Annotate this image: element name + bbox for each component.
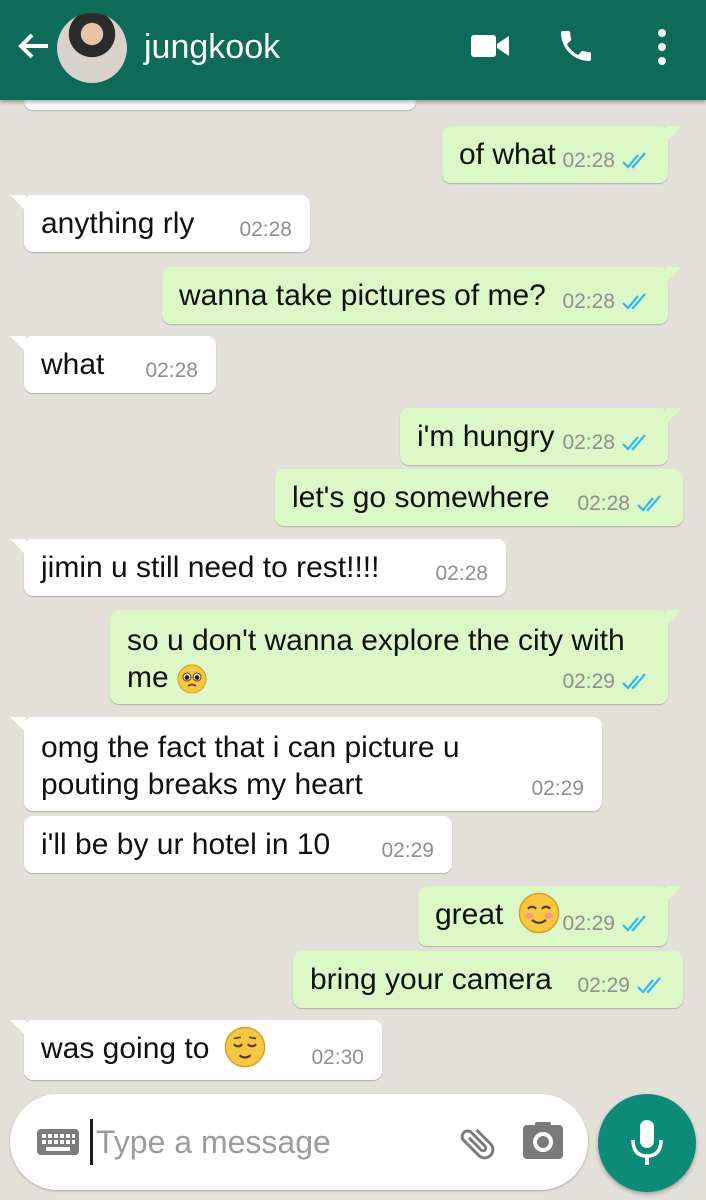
message-time: 02:29 xyxy=(531,777,584,800)
relieved-face-emoji-icon xyxy=(224,1026,266,1068)
message-time: 02:29 xyxy=(562,912,615,935)
keyboard-icon[interactable] xyxy=(36,1128,80,1156)
message-bubble-incoming[interactable]: omg the fact that i can picture u poutin… xyxy=(10,717,602,811)
chat-header: jungkook xyxy=(0,0,706,100)
message-text: what xyxy=(41,348,105,381)
message-time: 02:28 xyxy=(562,431,615,454)
message-time: 02:29 xyxy=(577,974,630,997)
pleading-face-emoji-icon xyxy=(177,664,207,694)
read-ticks-icon xyxy=(636,494,666,514)
message-bubble-outgoing[interactable]: so u don't wanna explore the city with m… xyxy=(110,610,682,704)
message-bubble-incoming[interactable]: i'll be by ur hotel in 10 02:29 xyxy=(24,816,452,873)
message-text-content: great xyxy=(435,898,504,931)
message-time: 02:29 xyxy=(562,670,615,693)
camera-icon[interactable] xyxy=(522,1121,564,1161)
message-text: i'm hungry xyxy=(417,420,555,453)
back-arrow-icon[interactable] xyxy=(14,26,54,66)
message-meta: 02:28 xyxy=(562,290,651,314)
message-time: 02:30 xyxy=(311,1046,364,1069)
message-text: anything rly xyxy=(41,207,195,240)
message-meta: 02:28 xyxy=(562,149,651,173)
contact-name[interactable]: jungkook xyxy=(144,28,280,67)
voice-call-icon[interactable] xyxy=(556,26,596,66)
more-options-icon[interactable] xyxy=(654,28,670,66)
message-text: great xyxy=(435,892,560,934)
message-text: i'll be by ur hotel in 10 xyxy=(41,828,331,861)
message-bubble-outgoing[interactable]: of what 02:28 xyxy=(442,126,682,183)
message-bubble-outgoing[interactable]: i'm hungry 02:28 xyxy=(400,408,682,465)
microphone-icon xyxy=(631,1120,663,1165)
message-text-content: was going to xyxy=(41,1032,210,1065)
message-text: jimin u still need to rest!!!! xyxy=(41,551,380,584)
message-time: 02:28 xyxy=(562,149,615,172)
message-meta: 02:28 xyxy=(577,492,666,516)
message-meta: 02:29 xyxy=(562,912,651,936)
message-time: 02:29 xyxy=(381,839,434,862)
avatar[interactable] xyxy=(57,13,127,83)
message-meta: 02:29 xyxy=(562,670,651,694)
message-list[interactable]: of what 02:28 anything rly 02:28 wanna t… xyxy=(0,100,706,1090)
read-ticks-icon xyxy=(621,914,651,934)
message-bubble-partial xyxy=(24,100,416,110)
message-input[interactable]: Type a message xyxy=(96,1124,331,1161)
message-bubble-incoming[interactable]: what 02:28 xyxy=(10,336,216,393)
message-time: 02:28 xyxy=(239,218,292,241)
message-time: 02:28 xyxy=(577,492,630,515)
read-ticks-icon xyxy=(621,433,651,453)
attach-icon[interactable] xyxy=(456,1121,500,1165)
message-text: bring your camera xyxy=(310,963,552,996)
message-text: of what xyxy=(459,138,556,171)
message-text: let's go somewhere xyxy=(292,481,550,514)
message-time: 02:28 xyxy=(562,290,615,313)
video-call-icon[interactable] xyxy=(470,32,510,60)
message-time: 02:28 xyxy=(435,562,488,585)
read-ticks-icon xyxy=(621,151,651,171)
message-time: 02:28 xyxy=(145,359,198,382)
message-bubble-outgoing[interactable]: great 02:29 xyxy=(418,886,682,946)
message-bubble-outgoing[interactable]: bring your camera 02:29 xyxy=(293,951,683,1008)
read-ticks-icon xyxy=(636,976,666,996)
message-input-bar[interactable]: Type a message xyxy=(10,1094,588,1190)
message-bubble-incoming[interactable]: was going to 02:30 xyxy=(10,1020,382,1080)
smiling-blush-face-emoji-icon xyxy=(518,892,560,934)
message-bubble-outgoing[interactable]: let's go somewhere 02:28 xyxy=(275,469,683,526)
message-text: wanna take pictures of me? xyxy=(179,279,546,312)
message-text: omg the fact that i can picture u poutin… xyxy=(41,731,460,801)
message-bubble-incoming[interactable]: jimin u still need to rest!!!! 02:28 xyxy=(10,539,506,596)
text-cursor xyxy=(90,1119,93,1165)
message-text: was going to xyxy=(41,1026,266,1068)
microphone-button[interactable] xyxy=(598,1094,696,1192)
read-ticks-icon xyxy=(621,292,651,312)
message-bubble-outgoing[interactable]: wanna take pictures of me? 02:28 xyxy=(162,267,682,324)
message-meta: 02:28 xyxy=(562,431,651,455)
message-meta: 02:29 xyxy=(577,974,666,998)
read-ticks-icon xyxy=(621,672,651,692)
message-bubble-incoming[interactable]: anything rly 02:28 xyxy=(10,195,310,252)
